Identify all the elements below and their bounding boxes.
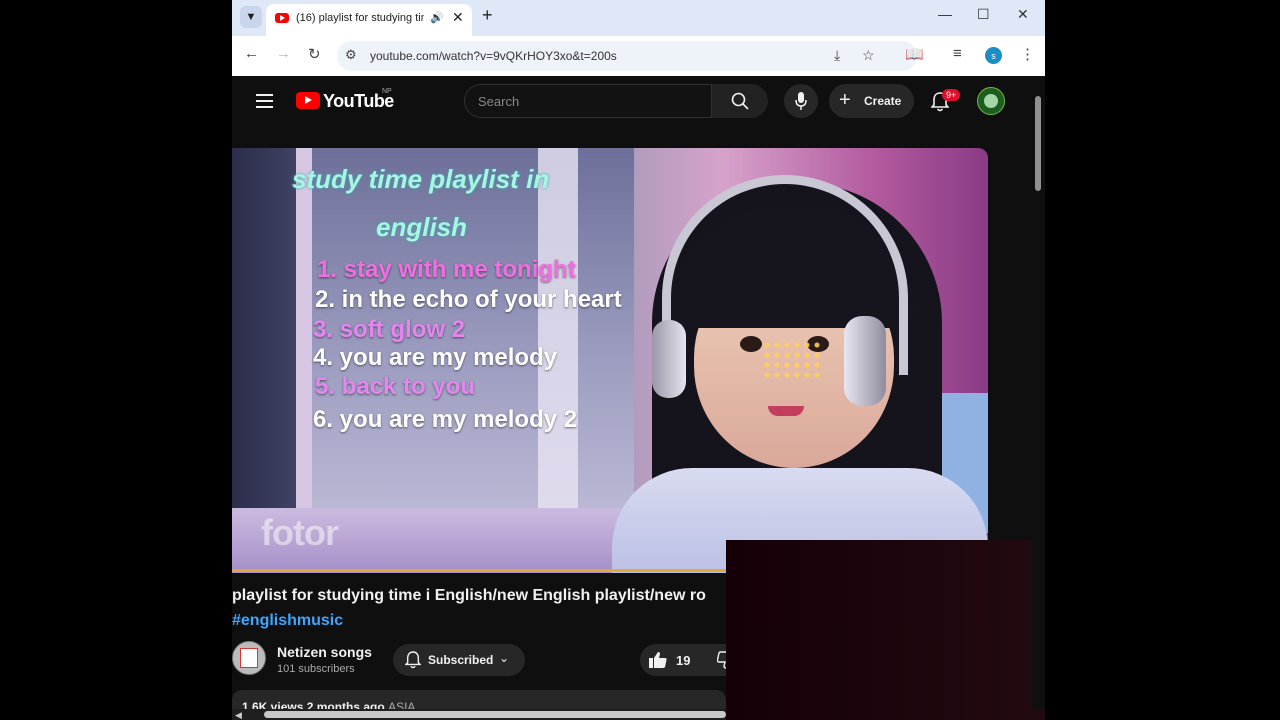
media-control-icon[interactable]: ≡: [953, 45, 962, 62]
window-close-button[interactable]: ✕: [1017, 6, 1029, 23]
hashtag-link[interactable]: #englishmusic: [232, 612, 343, 630]
notification-badge: 9+: [942, 89, 961, 101]
browser-toolbar: ← → ↻ ⚙ youtube.com/watch?v=9vQKrHOY3xo&…: [232, 36, 1045, 76]
video-player[interactable]: study time playlist in english 1. stay w…: [232, 148, 988, 573]
bell-icon: [405, 651, 421, 669]
like-button[interactable]: 19: [640, 644, 730, 676]
girl-mouth: [768, 406, 804, 416]
tab-close-button[interactable]: ✕: [452, 9, 464, 26]
install-app-icon[interactable]: ⤓: [834, 47, 840, 64]
video-title: playlist for studying time i English/new…: [232, 587, 706, 604]
create-button[interactable]: + Create: [829, 84, 914, 118]
reload-icon[interactable]: ↻: [308, 45, 321, 63]
minimize-button[interactable]: —: [938, 6, 952, 22]
plus-icon: +: [839, 89, 851, 111]
vertical-scrollbar[interactable]: [1032, 84, 1045, 710]
search-input[interactable]: Search: [464, 84, 712, 118]
profile-avatar[interactable]: s: [985, 47, 1002, 64]
tab-title: (16) playlist for studying tim: [296, 12, 424, 24]
channel-avatar[interactable]: [232, 641, 266, 675]
tab-search-button[interactable]: ▼: [240, 6, 262, 28]
miniplayer-overlay: [726, 540, 1045, 720]
youtube-logo-icon[interactable]: [296, 92, 320, 109]
youtube-favicon-icon: [275, 13, 289, 23]
site-info-icon[interactable]: ⚙: [345, 47, 357, 63]
chevron-down-icon: ⌄: [499, 651, 510, 665]
microphone-icon: [795, 92, 807, 110]
headphone-cup-right: [844, 316, 886, 406]
fotor-watermark: fotor: [261, 512, 339, 553]
scroll-left-arrow-icon[interactable]: ◀: [235, 710, 242, 720]
track-item: 3. soft glow 2: [313, 316, 466, 343]
url-text[interactable]: youtube.com/watch?v=9vQKrHOY3xo&t=200s: [370, 49, 617, 63]
thumbnail-title-line1: study time playlist in: [292, 164, 550, 194]
like-count: 19: [676, 653, 691, 668]
horizontal-scroll-thumb[interactable]: [264, 711, 726, 718]
bookmark-star-icon[interactable]: ☆: [862, 47, 875, 64]
address-bar[interactable]: ⚙ youtube.com/watch?v=9vQKrHOY3xo&t=200s…: [337, 41, 917, 71]
country-code: NP: [382, 88, 392, 95]
search-placeholder: Search: [478, 94, 520, 109]
channel-name[interactable]: Netizen songs: [277, 644, 372, 660]
subscribed-label: Subscribed: [428, 653, 494, 667]
subscriber-count: 101 subscribers: [277, 663, 355, 675]
search-button[interactable]: [712, 84, 768, 118]
forward-arrow-icon[interactable]: →: [276, 45, 291, 62]
track-item: 5. back to you: [315, 373, 476, 400]
maximize-button[interactable]: ☐: [977, 6, 990, 23]
video-progress-bar[interactable]: [232, 569, 726, 572]
thumbnail-title-line2: english: [376, 212, 468, 242]
voice-search-button[interactable]: [784, 84, 818, 118]
menu-hamburger-icon[interactable]: [256, 94, 273, 108]
browser-tab[interactable]: (16) playlist for studying tim 🔊 ✕: [266, 4, 472, 36]
youtube-header: YouTube NP Search + Create 9+: [232, 77, 1045, 125]
vertical-scroll-thumb[interactable]: [1035, 96, 1041, 191]
create-label: Create: [864, 94, 902, 108]
account-avatar[interactable]: [977, 87, 1005, 115]
horizontal-scrollbar[interactable]: ◀: [232, 709, 726, 720]
track-item: 4. you are my melody: [313, 344, 558, 371]
thumbs-up-icon: [649, 652, 667, 668]
reading-mode-icon[interactable]: 📖: [905, 45, 924, 63]
headphone-cup-left: [652, 320, 686, 398]
more-menu-icon[interactable]: ⋮: [1020, 45, 1035, 63]
track-item: 2. in the echo of your heart: [315, 286, 622, 313]
track-item: 6. you are my melody 2: [313, 406, 578, 433]
new-tab-button[interactable]: +: [482, 5, 493, 26]
track-item: 1. stay with me tonight: [317, 256, 576, 283]
browser-window: ▼ (16) playlist for studying tim 🔊 ✕ + —…: [232, 0, 1045, 720]
search-icon: [731, 92, 749, 110]
back-arrow-icon[interactable]: ←: [244, 45, 259, 62]
speaker-icon[interactable]: 🔊: [430, 11, 444, 24]
subscribed-button[interactable]: Subscribed ⌄: [393, 644, 525, 676]
tab-strip: ▼ (16) playlist for studying tim 🔊 ✕ + —…: [232, 0, 1045, 36]
